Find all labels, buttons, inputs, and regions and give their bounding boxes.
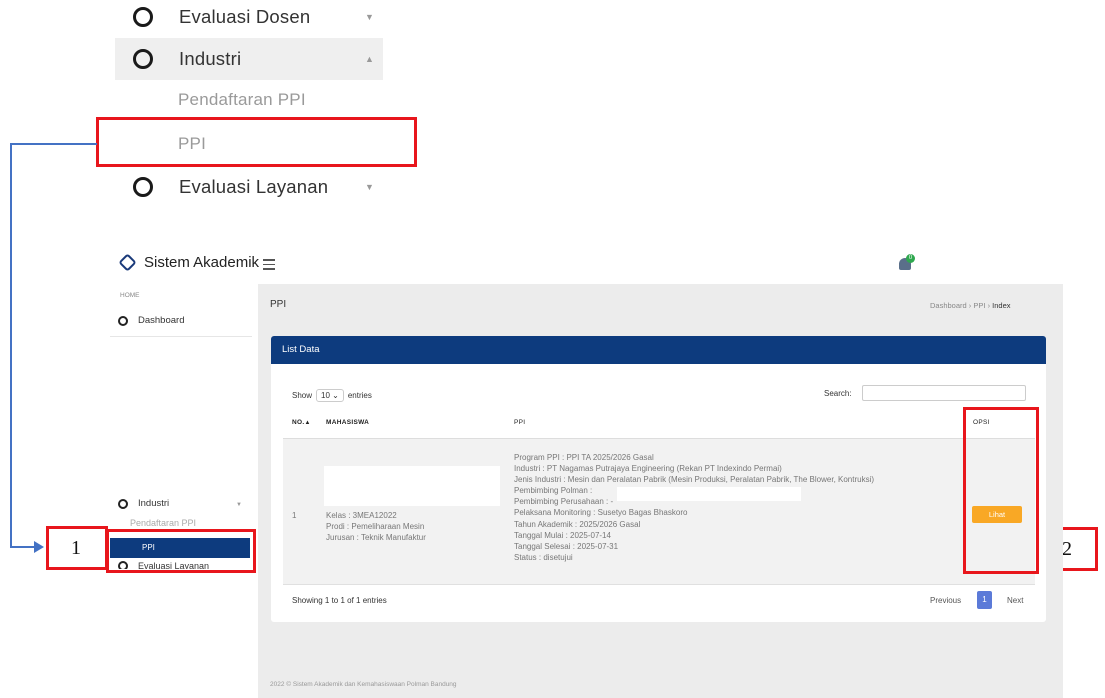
menu-item-industri[interactable]: Industri ▲ — [115, 38, 383, 80]
highlight-box-opsi — [963, 407, 1039, 574]
ppi-program: Program PPI : PPI TA 2025/2026 Gasal — [514, 453, 654, 462]
connector-line — [10, 143, 12, 548]
breadcrumb-ppi[interactable]: PPI — [973, 301, 985, 310]
show-entries: Show 10 ⌄ entries — [292, 389, 372, 402]
cell-mahasiswa: Kelas : 3MEA12022 Prodi : Pemeliharaan M… — [326, 510, 426, 543]
column-header-mahasiswa[interactable]: MAHASISWA — [326, 419, 369, 426]
sidebar-item-label: Industri — [138, 498, 170, 509]
highlight-box-ppi-zoom — [96, 117, 417, 167]
chevron-down-icon: ▼ — [365, 12, 374, 22]
ppi-tanggal-selesai: Tanggal Selesai : 2025-07-31 — [514, 541, 619, 551]
chevron-up-icon: ▲ — [365, 54, 374, 64]
entries-select[interactable]: 10 ⌄ — [316, 389, 344, 402]
menu-item-evaluasi-dosen[interactable]: Evaluasi Dosen ▼ — [115, 0, 383, 38]
column-header-no[interactable]: NO.▲ — [292, 419, 311, 426]
circle-icon — [133, 177, 153, 197]
arrow-head-icon — [34, 541, 44, 553]
app-title: Sistem Akademik — [118, 253, 260, 272]
circle-icon — [133, 7, 153, 27]
connector-line — [10, 143, 97, 145]
circle-icon — [118, 315, 128, 326]
submenu-item-pendaftaran-ppi[interactable]: Pendaftaran PPI — [178, 90, 306, 110]
entries-value: 10 — [321, 391, 330, 400]
hamburger-menu-icon[interactable] — [263, 259, 275, 273]
mahasiswa-jurusan: Jurusan : Teknik Manufaktur — [326, 533, 426, 542]
pagination-previous[interactable]: Previous — [930, 596, 961, 605]
search-input[interactable] — [862, 385, 1026, 401]
connector-line — [10, 546, 36, 548]
column-header-label: NO. — [292, 419, 305, 426]
breadcrumb: Dashboard › PPI › Index — [930, 301, 1011, 310]
circle-icon — [133, 49, 153, 69]
card-title: List Data — [271, 336, 1046, 364]
search-label: Search: — [824, 389, 852, 398]
cell-no: 1 — [292, 511, 297, 520]
chevron-down-icon: ▼ — [365, 182, 374, 192]
ppi-tanggal-mulai: Tanggal Mulai : 2025-07-14 — [514, 530, 611, 540]
cell-ppi: Program PPI : PPI TA 2025/2026 Gasal Ind… — [514, 452, 874, 563]
ppi-pelaksana-monitoring: Pelaksana Monitoring : Susetyo Bagas Bha… — [514, 508, 688, 518]
menu-item-evaluasi-layanan[interactable]: Evaluasi Layanan ▼ — [115, 166, 383, 208]
entries-info: Showing 1 to 1 of 1 entries — [292, 596, 387, 605]
sidebar-section-home: HOME — [120, 292, 140, 299]
sidebar-divider — [110, 336, 252, 337]
ppi-industri: Industri : PT Nagamas Putrajaya Engineer… — [514, 464, 782, 474]
show-suffix: entries — [347, 391, 372, 400]
show-prefix: Show — [292, 391, 313, 400]
menu-item-label: Industri — [179, 48, 242, 69]
circle-icon — [118, 498, 128, 509]
sidebar-item-industri[interactable]: Industri — [118, 498, 169, 509]
notification-badge: 0 — [906, 254, 915, 263]
sidebar-item-dashboard[interactable]: Dashboard — [118, 315, 184, 326]
ppi-status: Status : disetujui — [514, 552, 573, 562]
annotation-label-1: 1 — [71, 537, 81, 559]
chevron-down-icon: ▼ — [236, 502, 242, 508]
pagination-page-1[interactable]: 1 — [977, 591, 992, 609]
table-row-divider — [283, 584, 1035, 585]
menu-item-label: Evaluasi Layanan — [179, 176, 329, 197]
breadcrumb-dashboard[interactable]: Dashboard — [930, 301, 967, 310]
ppi-tahun-akademik: Tahun Akademik : 2025/2026 Gasal — [514, 519, 641, 529]
redacted-name — [324, 466, 500, 506]
sort-asc-icon: ▲ — [304, 420, 311, 426]
redacted-pembimbing — [617, 487, 801, 501]
breadcrumb-index: Index — [992, 301, 1011, 310]
menu-item-label: Evaluasi Dosen — [179, 6, 311, 27]
footer-text: 2022 © Sistem Akademik dan Kemahasiswaan… — [270, 681, 457, 688]
annotation-label-2: 2 — [1062, 538, 1072, 560]
app-title-text: Sistem Akademik — [144, 254, 260, 271]
pagination-next[interactable]: Next — [1007, 596, 1023, 605]
mahasiswa-prodi: Prodi : Pemeliharaan Mesin — [326, 522, 425, 531]
sidebar-item-label: Dashboard — [138, 315, 185, 326]
sidebar — [110, 284, 252, 698]
mahasiswa-kelas: Kelas : 3MEA12022 — [326, 511, 397, 520]
column-header-ppi[interactable]: PPI — [514, 419, 525, 426]
highlight-box-ppi-sidebar — [106, 529, 256, 573]
ppi-jenis-industri: Jenis Industri : Mesin dan Peralatan Pab… — [514, 475, 875, 485]
page-title: PPI — [270, 299, 287, 310]
app-logo-icon — [118, 253, 137, 272]
sidebar-subitem-pendaftaran-ppi[interactable]: Pendaftaran PPI — [130, 518, 196, 528]
